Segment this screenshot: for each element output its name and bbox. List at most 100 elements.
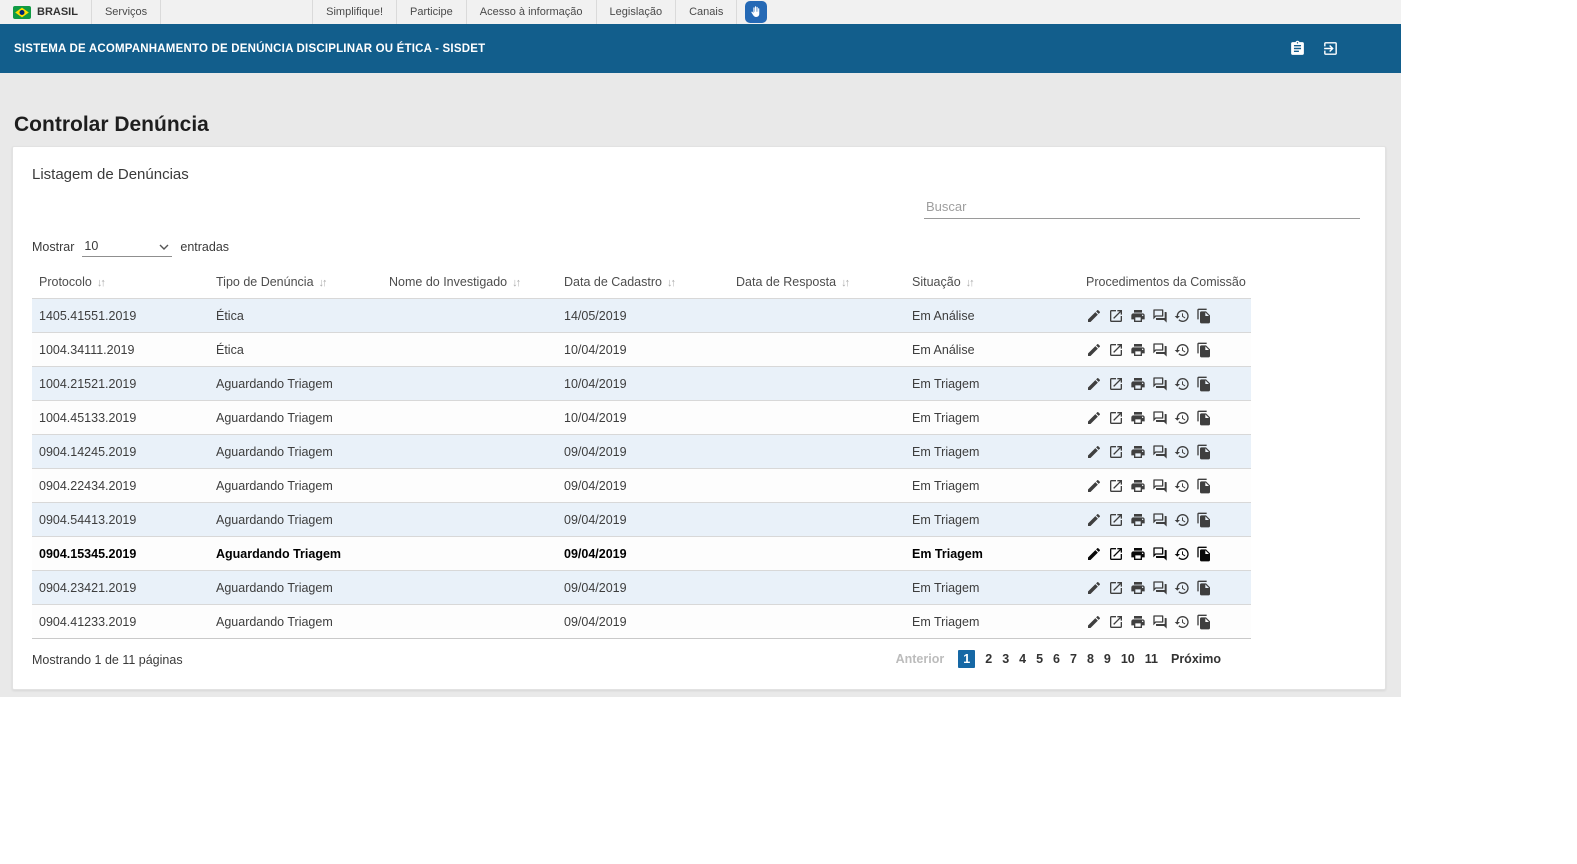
open-in-new-button[interactable]: [1108, 376, 1124, 392]
cell-nome: [382, 435, 557, 469]
edit-button[interactable]: [1086, 512, 1102, 528]
open-in-new-button[interactable]: [1108, 614, 1124, 630]
pagination-page-10[interactable]: 10: [1121, 652, 1135, 666]
copy-button[interactable]: [1196, 376, 1212, 392]
column-header-data-de-resposta[interactable]: Data de Resposta↓↑: [729, 269, 905, 299]
chat-button[interactable]: [1152, 342, 1168, 358]
history-button[interactable]: [1174, 580, 1190, 596]
pagination-next[interactable]: Próximo: [1171, 652, 1221, 666]
chat-button[interactable]: [1152, 512, 1168, 528]
copy-button[interactable]: [1196, 580, 1212, 596]
edit-button[interactable]: [1086, 580, 1102, 596]
column-header-tipo-de-denuncia[interactable]: Tipo de Denúncia↓↑: [209, 269, 382, 299]
edit-button[interactable]: [1086, 376, 1102, 392]
copy-button[interactable]: [1196, 614, 1212, 630]
copy-button[interactable]: [1196, 410, 1212, 426]
pagination-page-5[interactable]: 5: [1036, 652, 1043, 666]
pagination-page-7[interactable]: 7: [1070, 652, 1077, 666]
print-button[interactable]: [1130, 376, 1146, 392]
govbar-item-participe[interactable]: Participe: [397, 0, 467, 24]
edit-button[interactable]: [1086, 342, 1102, 358]
edit-button[interactable]: [1086, 614, 1102, 630]
history-button[interactable]: [1174, 444, 1190, 460]
print-button[interactable]: [1130, 614, 1146, 630]
copy-button[interactable]: [1196, 342, 1212, 358]
open-in-new-icon: [1108, 410, 1124, 426]
print-button[interactable]: [1130, 308, 1146, 324]
open-in-new-button[interactable]: [1108, 342, 1124, 358]
print-button[interactable]: [1130, 444, 1146, 460]
edit-button[interactable]: [1086, 444, 1102, 460]
open-in-new-button[interactable]: [1108, 546, 1124, 562]
cell-nome: [382, 367, 557, 401]
pagination-page-2[interactable]: 2: [985, 652, 992, 666]
govbar-item-acesso-a-informacao[interactable]: Acesso à informação: [467, 0, 597, 24]
govbar-item-canais[interactable]: Canais: [676, 0, 737, 24]
page-size-select[interactable]: 10: [82, 237, 172, 257]
chat-button[interactable]: [1152, 410, 1168, 426]
pagination-page-8[interactable]: 8: [1087, 652, 1094, 666]
edit-button[interactable]: [1086, 308, 1102, 324]
open-in-new-button[interactable]: [1108, 410, 1124, 426]
print-button[interactable]: [1130, 546, 1146, 562]
copy-button[interactable]: [1196, 308, 1212, 324]
open-in-new-icon: [1108, 546, 1124, 562]
govbar-item-legislacao[interactable]: Legislação: [597, 0, 677, 24]
govbar-item-servi-os[interactable]: Serviços: [92, 0, 161, 24]
cell-resposta: [729, 435, 905, 469]
pagination-page-11[interactable]: 11: [1145, 652, 1158, 666]
logout-button[interactable]: [1322, 40, 1339, 57]
copy-button[interactable]: [1196, 444, 1212, 460]
pagination-page-6[interactable]: 6: [1053, 652, 1060, 666]
pagination-page-1[interactable]: 1: [958, 650, 975, 668]
govbar-brand[interactable]: BRASIL: [0, 0, 92, 24]
chat-button[interactable]: [1152, 376, 1168, 392]
print-button[interactable]: [1130, 410, 1146, 426]
edit-button[interactable]: [1086, 478, 1102, 494]
print-button[interactable]: [1130, 478, 1146, 494]
open-in-new-button[interactable]: [1108, 308, 1124, 324]
chat-button[interactable]: [1152, 614, 1168, 630]
edit-button[interactable]: [1086, 546, 1102, 562]
history-button[interactable]: [1174, 478, 1190, 494]
print-button[interactable]: [1130, 512, 1146, 528]
search-input[interactable]: [924, 195, 1360, 219]
copy-button[interactable]: [1196, 546, 1212, 562]
chat-button[interactable]: [1152, 546, 1168, 562]
vlibras-button[interactable]: [745, 1, 767, 23]
clipboard-button[interactable]: [1289, 40, 1306, 57]
open-in-new-button[interactable]: [1108, 580, 1124, 596]
chat-button[interactable]: [1152, 308, 1168, 324]
open-in-new-button[interactable]: [1108, 512, 1124, 528]
copy-button[interactable]: [1196, 478, 1212, 494]
pagination-previous[interactable]: Anterior: [896, 652, 945, 666]
history-button[interactable]: [1174, 614, 1190, 630]
column-header-situacao[interactable]: Situação↓↑: [905, 269, 1079, 299]
print-button[interactable]: [1130, 580, 1146, 596]
govbar-item-simplifique-[interactable]: Simplifique!: [313, 0, 397, 24]
history-button[interactable]: [1174, 410, 1190, 426]
open-in-new-button[interactable]: [1108, 478, 1124, 494]
history-button[interactable]: [1174, 376, 1190, 392]
column-header-data-de-cadastro[interactable]: Data de Cadastro↓↑: [557, 269, 729, 299]
cell-resposta: [729, 503, 905, 537]
history-button[interactable]: [1174, 512, 1190, 528]
pagination-page-9[interactable]: 9: [1104, 652, 1111, 666]
open-in-new-button[interactable]: [1108, 444, 1124, 460]
copy-button[interactable]: [1196, 512, 1212, 528]
chat-button[interactable]: [1152, 580, 1168, 596]
history-button[interactable]: [1174, 546, 1190, 562]
row-actions: [1086, 546, 1247, 562]
history-button[interactable]: [1174, 342, 1190, 358]
chat-button[interactable]: [1152, 444, 1168, 460]
sort-arrows-icon: ↓↑: [841, 277, 848, 289]
history-button[interactable]: [1174, 308, 1190, 324]
print-button[interactable]: [1130, 342, 1146, 358]
edit-button[interactable]: [1086, 410, 1102, 426]
pagination-page-3[interactable]: 3: [1002, 652, 1009, 666]
column-header-protocolo[interactable]: Protocolo↓↑: [32, 269, 209, 299]
pagination-page-4[interactable]: 4: [1019, 652, 1026, 666]
table-row: 0904.15345.2019Aguardando Triagem09/04/2…: [32, 537, 1251, 571]
column-header-nome-do-investigado[interactable]: Nome do Investigado↓↑: [382, 269, 557, 299]
chat-button[interactable]: [1152, 478, 1168, 494]
